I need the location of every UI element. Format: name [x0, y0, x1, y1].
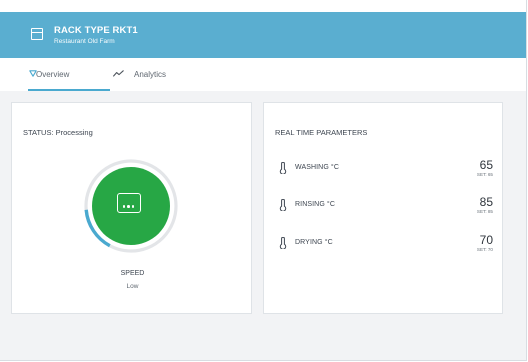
main-content: STATUS: Processing SPEED Low REAL TIME P…	[0, 91, 526, 360]
header-title: RACK TYPE RKT1	[54, 25, 138, 36]
speed-value: Low	[126, 283, 139, 290]
tab-analytics-label: Analytics	[134, 70, 167, 79]
param-setpoint: SET85	[477, 209, 493, 214]
thermometer-icon	[279, 199, 287, 211]
param-value: 70	[479, 233, 493, 247]
app-frame: RACK TYPE RKT1 Restaurant Old Farm Overv…	[0, 0, 527, 361]
trend-line-icon	[113, 70, 124, 77]
thermometer-icon	[279, 237, 287, 249]
param-value: 65	[479, 158, 493, 172]
param-name: RINSING °C	[295, 201, 335, 208]
status-title: STATUS: Processing	[23, 128, 93, 137]
speed-label: SPEED	[120, 270, 145, 277]
speed-gauge	[83, 158, 179, 254]
tab-overview-label: Overview	[36, 70, 70, 79]
params-title: REAL TIME PARAMETERS	[275, 128, 368, 137]
status-card: STATUS: Processing SPEED Low	[11, 102, 252, 314]
param-row-drying: DRYING °C 70 SET70	[275, 233, 493, 262]
realtime-parameters-card: REAL TIME PARAMETERS WASHING °C 65 SET65…	[263, 102, 503, 314]
tab-overview[interactable]: Overview	[20, 58, 110, 91]
param-setpoint: SET65	[477, 172, 493, 177]
header-subtitle: Restaurant Old Farm	[54, 38, 115, 45]
param-name: WASHING °C	[295, 164, 339, 171]
app-header: RACK TYPE RKT1 Restaurant Old Farm	[0, 12, 526, 58]
param-setpoint: SET70	[477, 247, 493, 252]
param-name: DRYING °C	[295, 239, 333, 246]
window-icon	[31, 28, 43, 40]
thermometer-icon	[279, 162, 287, 174]
dishwasher-icon	[117, 193, 141, 213]
tab-analytics[interactable]: Analytics	[109, 58, 173, 91]
param-row-washing: WASHING °C 65 SET65	[275, 158, 493, 187]
param-value: 85	[479, 195, 493, 209]
param-row-rinsing: RINSING °C 85 SET85	[275, 195, 493, 224]
tab-bar: Overview Analytics	[0, 58, 526, 91]
